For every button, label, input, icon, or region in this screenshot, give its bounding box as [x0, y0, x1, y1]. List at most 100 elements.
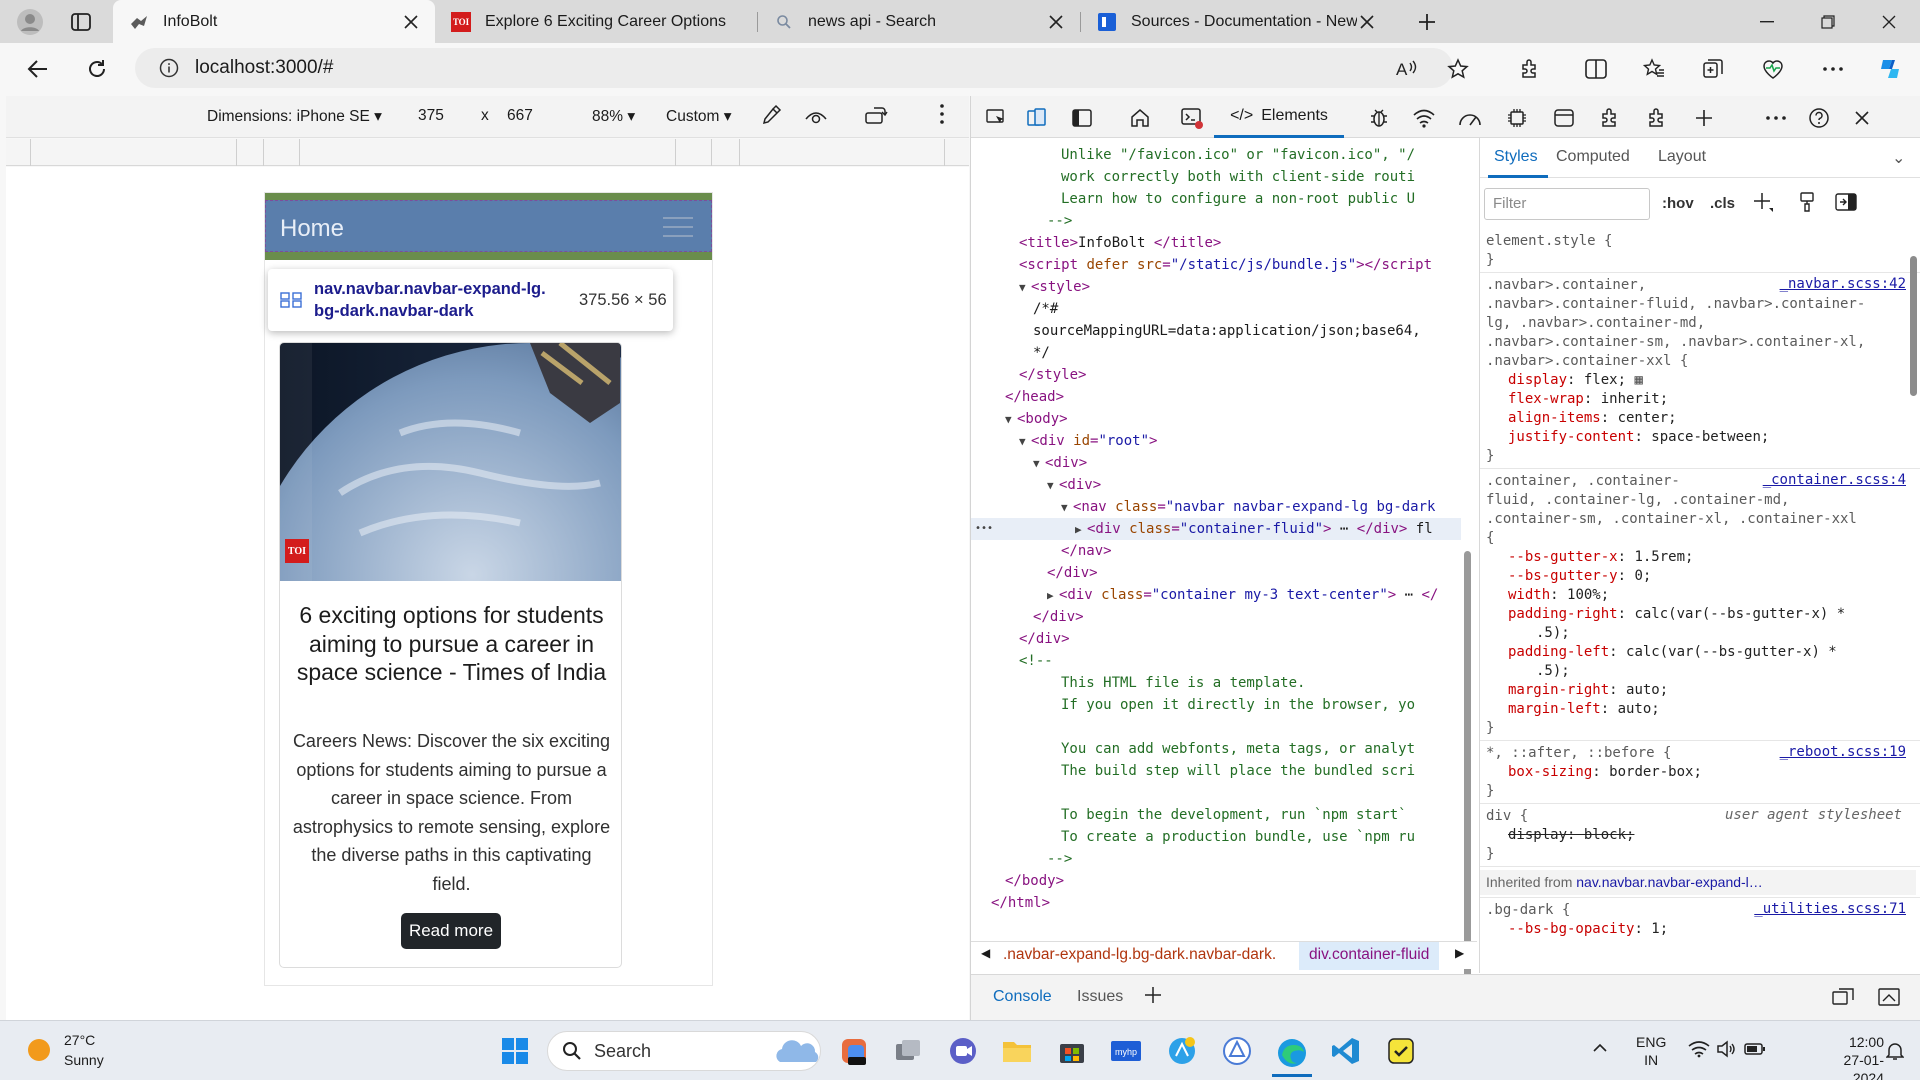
dom-node-line[interactable]: This HTML file is a template.	[1061, 672, 1305, 694]
css-value[interactable]: auto;	[1626, 682, 1668, 698]
collapsed-triangle-icon[interactable]: ▶	[1075, 519, 1087, 541]
help-icon[interactable]	[1806, 105, 1832, 131]
myhp-icon[interactable]: myhp	[1106, 1031, 1146, 1071]
dom-node-line[interactable]: ▼ <div id="root">	[1019, 430, 1157, 452]
breadcrumb-item-div[interactable]: div.container-fluid	[1299, 942, 1440, 970]
dom-node-line[interactable]: </div>	[1019, 628, 1070, 650]
css-value[interactable]: auto;	[1618, 701, 1660, 717]
css-value[interactable]: center;	[1618, 410, 1677, 426]
css-property[interactable]: margin-right	[1508, 682, 1609, 698]
css-value[interactable]: border-box;	[1609, 764, 1702, 780]
css-value[interactable]: space-between;	[1651, 429, 1769, 445]
dom-node-line[interactable]: work correctly both with client-side rou…	[1061, 166, 1415, 188]
dom-vertical-scrollbar[interactable]	[1464, 551, 1471, 981]
css-value[interactable]: calc(var(--bs-gutter-x) *	[1634, 606, 1845, 622]
css-property[interactable]: --bs-gutter-x	[1508, 549, 1618, 565]
back-icon[interactable]	[20, 51, 56, 87]
dom-node-line[interactable]: </style>	[1019, 364, 1086, 386]
collections-icon[interactable]	[1695, 51, 1731, 87]
vscode-icon[interactable]	[1326, 1031, 1366, 1071]
dom-node-line[interactable]: Unlike "/favicon.ico" or "favicon.ico", …	[1061, 144, 1415, 166]
css-rule-line[interactable]: }	[1486, 719, 1494, 738]
css-property[interactable]: --bs-gutter-y	[1508, 568, 1618, 584]
node-actions-dots-icon[interactable]: •••	[975, 518, 993, 540]
sticky-tasks-icon[interactable]	[1381, 1031, 1421, 1071]
dom-node-line[interactable]: ▼ <div>	[1033, 452, 1087, 474]
breadcrumb-left-arrow-icon[interactable]: ◀	[981, 946, 990, 960]
performance-gauge-icon[interactable]	[1457, 105, 1483, 131]
inherited-from-link[interactable]: nav.navbar.navbar-expand-l…	[1576, 874, 1763, 890]
breadcrumb-right-arrow-icon[interactable]: ▶	[1455, 946, 1464, 960]
console-tab-icon[interactable]	[1179, 105, 1205, 131]
network-wifi-icon[interactable]	[1411, 105, 1437, 131]
css-value[interactable]: calc(var(--bs-gutter-x) *	[1626, 644, 1837, 660]
css-property[interactable]: width	[1508, 587, 1550, 603]
css-source-link[interactable]: _container.scss:4	[1763, 472, 1906, 488]
drawer-tab-console[interactable]: Console	[993, 988, 1052, 1006]
tab-news-api-search[interactable]: news api - Search	[758, 0, 1080, 43]
memory-chip-icon[interactable]	[1504, 105, 1530, 131]
css-rule-line[interactable]: element.style {	[1486, 232, 1612, 251]
drawer-dock-icon[interactable]	[1877, 987, 1901, 1007]
expand-triangle-icon[interactable]: ▼	[1061, 497, 1073, 519]
chevron-down-icon[interactable]: ⌄	[1892, 148, 1905, 168]
start-windows-icon[interactable]	[495, 1031, 535, 1071]
dom-node-line[interactable]: -->	[1047, 848, 1072, 870]
dom-node-line[interactable]: You can add webfonts, meta tags, or anal…	[1061, 738, 1415, 760]
css-rule-line[interactable]: padding-right: calc(var(--bs-gutter-x) *	[1508, 605, 1845, 624]
toggle-device-icon[interactable]	[1024, 105, 1050, 131]
css-rule-line[interactable]: --bs-gutter-y: 0;	[1508, 567, 1651, 586]
dom-node-line[interactable]: ▶ <div class="container-fluid"> ⋯ </div> …	[971, 518, 1461, 540]
add-drawer-tab-icon[interactable]	[1143, 985, 1163, 1005]
weather-condition[interactable]: Sunny	[64, 1051, 104, 1069]
breadcrumb-item-nav[interactable]: .navbar-expand-lg.bg-dark.navbar-dark.	[1003, 946, 1276, 964]
css-rule-line[interactable]: padding-left: calc(var(--bs-gutter-x) *	[1508, 643, 1837, 662]
css-value[interactable]: 0;	[1634, 568, 1651, 584]
dom-node-line[interactable]: </div>	[1047, 562, 1098, 584]
css-rule-line[interactable]: .5);	[1536, 662, 1570, 681]
css-rule-line[interactable]: box-sizing: border-box;	[1508, 763, 1702, 782]
extensions-icon[interactable]	[1512, 51, 1548, 87]
close-devtools-icon[interactable]	[1849, 105, 1875, 131]
dom-node-line[interactable]: ▶ <div class="container my-3 text-center"…	[1047, 584, 1438, 606]
media-query-bar[interactable]	[6, 139, 969, 166]
restore-icon[interactable]	[1798, 0, 1858, 43]
collapsed-triangle-icon[interactable]: ▶	[1047, 585, 1059, 607]
zoom-select[interactable]: 88% ▾	[592, 107, 635, 126]
drawer-undock-icon[interactable]	[1831, 987, 1855, 1007]
css-property[interactable]: justify-content	[1508, 429, 1634, 445]
css-value[interactable]: 1.5rem;	[1634, 549, 1693, 565]
new-tab-icon[interactable]	[1402, 2, 1452, 42]
css-property[interactable]: padding-left	[1508, 644, 1609, 660]
css-source-link[interactable]: _navbar.scss:42	[1780, 276, 1906, 292]
close-window-icon[interactable]	[1859, 0, 1919, 43]
css-overridden-declaration[interactable]: display: block;	[1508, 827, 1634, 843]
info-icon[interactable]	[159, 58, 179, 78]
address-bar[interactable]: localhost:3000/#	[135, 48, 1453, 88]
css-rule-line[interactable]: width: 100%;	[1508, 586, 1609, 605]
width-input[interactable]: 375	[418, 107, 444, 125]
dimensions-select[interactable]: Dimensions: iPhone SE ▾	[207, 107, 382, 126]
dom-node-line[interactable]: <!--	[1019, 650, 1053, 672]
css-rule-line[interactable]: *, ::after, ::before {	[1486, 744, 1671, 763]
dom-node-line[interactable]: ▼ <div>	[1047, 474, 1101, 496]
dom-node-line[interactable]: </div>	[1033, 606, 1084, 628]
css-rule-line[interactable]: div {	[1486, 807, 1528, 826]
height-input[interactable]: 667	[507, 107, 533, 125]
css-property[interactable]: display	[1508, 372, 1567, 388]
css-rule-line[interactable]: --bs-gutter-x: 1.5rem;	[1508, 548, 1693, 567]
css-rule-line[interactable]: .container, .container-	[1486, 472, 1680, 491]
chrome-canary-icon[interactable]	[1217, 1031, 1257, 1071]
copilot-pre-icon[interactable]	[834, 1031, 874, 1071]
throttle-select[interactable]: Custom ▾	[666, 107, 732, 126]
css-property[interactable]: margin-left	[1508, 701, 1601, 717]
format-painter-icon[interactable]	[1798, 191, 1816, 213]
css-property[interactable]: flex-wrap	[1508, 391, 1584, 407]
application-icon[interactable]	[1551, 105, 1577, 131]
extension-panel-icon[interactable]	[1597, 105, 1623, 131]
hover-state-toggle[interactable]: :hov	[1662, 195, 1694, 212]
dom-node-line[interactable]: <script defer src="/static/js/bundle.js"…	[1019, 254, 1432, 276]
language-indicator[interactable]: ENG IN	[1636, 1033, 1666, 1069]
hamburger-menu-icon[interactable]	[663, 216, 693, 238]
teams-icon[interactable]	[943, 1031, 983, 1071]
